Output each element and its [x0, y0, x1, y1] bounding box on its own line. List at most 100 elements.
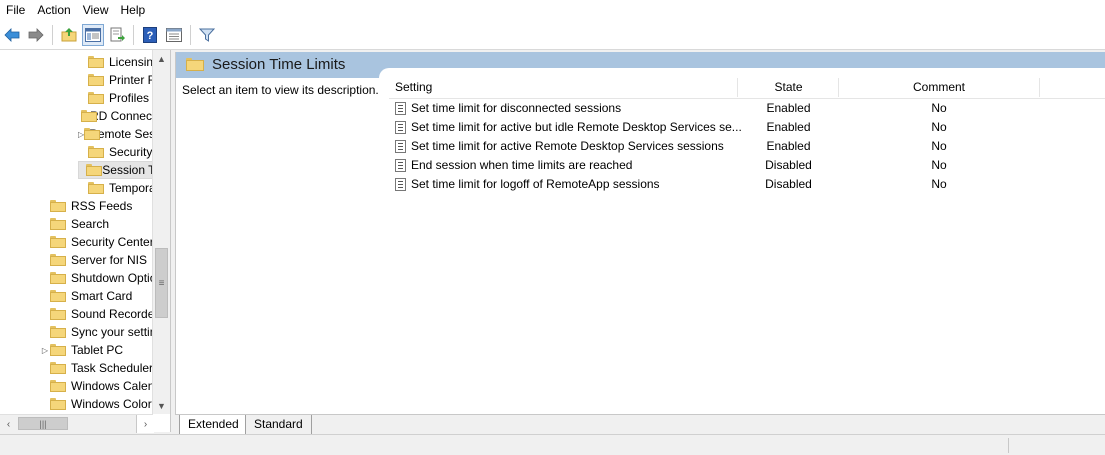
tree-item-label: Security: [109, 145, 153, 159]
folder-icon: [88, 146, 104, 158]
tree-item-label: RSS Feeds: [71, 199, 133, 213]
cell-setting: Set time limit for active Remote Desktop…: [395, 137, 724, 156]
up-folder-icon: [61, 27, 77, 41]
table-row[interactable]: End session when time limits are reached…: [389, 156, 1105, 175]
folder-icon: [50, 200, 66, 212]
table-row[interactable]: Set time limit for active but idle Remot…: [389, 118, 1105, 137]
table-header: Setting State Comment: [389, 78, 1105, 99]
tab-extended[interactable]: Extended: [179, 415, 248, 435]
table-row[interactable]: Set time limit for active Remote Desktop…: [389, 137, 1105, 156]
tree-item-label: Tablet PC: [71, 343, 124, 357]
folder-icon: [80, 110, 97, 122]
cell-comment: No: [931, 120, 947, 134]
folder-icon: [50, 236, 66, 248]
show-hide-console-tree-button[interactable]: [82, 23, 104, 46]
export-list-button[interactable]: [106, 24, 128, 46]
tree-vertical-scrollbar[interactable]: ▲ ≡ ▼: [152, 50, 170, 414]
scroll-thumb[interactable]: ≡: [155, 248, 168, 318]
console-tree: LicensingPrinter RedirectionProfilesRD C…: [0, 50, 171, 432]
help-icon: ?: [143, 26, 157, 43]
tree-item-label: Security Center: [71, 235, 154, 249]
tree-item-label: Sound Recorder: [71, 307, 159, 321]
cell-comment: No: [931, 101, 947, 115]
scroll-left-arrow-icon[interactable]: ‹: [0, 415, 17, 433]
policy-setting-icon: [395, 140, 406, 153]
description-text: Select an item to view its description.: [182, 83, 379, 97]
scroll-right-arrow-icon[interactable]: ›: [136, 415, 154, 433]
back-button[interactable]: [1, 24, 23, 46]
filter-button[interactable]: [196, 24, 218, 46]
settings-table: Setting State Comment Set time limit for…: [389, 78, 1105, 194]
svg-text:?: ?: [147, 30, 154, 42]
cell-state: Enabled: [766, 101, 811, 115]
folder-icon: [50, 380, 66, 392]
cell-setting: Set time limit for disconnected sessions: [395, 99, 621, 118]
menu-help[interactable]: Help: [115, 0, 152, 20]
scroll-down-arrow-icon[interactable]: ▼: [153, 397, 170, 414]
table-row[interactable]: Set time limit for disconnected sessions…: [389, 99, 1105, 118]
folder-icon: [50, 218, 66, 230]
expand-arrow-icon[interactable]: ▷: [40, 346, 50, 355]
toolbar-separator: [133, 24, 134, 45]
toolbar: ?: [0, 20, 1105, 50]
tab-standard[interactable]: Standard: [245, 415, 312, 435]
menu-view[interactable]: View: [77, 0, 115, 20]
table-body: Set time limit for disconnected sessions…: [389, 99, 1105, 194]
folder-icon: [50, 308, 66, 320]
policy-setting-icon: [395, 121, 406, 134]
menu-bar: File Action View Help: [0, 0, 1105, 20]
policy-setting-icon: [395, 178, 406, 191]
tree-item-label: Server for NIS: [71, 253, 148, 267]
tree-item-label: Smart Card: [71, 289, 133, 303]
policy-setting-icon: [395, 102, 406, 115]
back-arrow-icon: [4, 27, 20, 42]
toolbar-separator: [190, 24, 191, 45]
forward-button[interactable]: [25, 24, 47, 46]
tree-item-label: Profiles: [109, 91, 150, 105]
menu-action[interactable]: Action: [31, 0, 76, 20]
up-one-level-button[interactable]: [58, 24, 80, 46]
column-header-comment[interactable]: Comment: [839, 78, 1040, 97]
tree-item-label: Search: [71, 217, 110, 231]
help-button[interactable]: ?: [139, 24, 161, 46]
setting-name: End session when time limits are reached: [411, 158, 633, 172]
export-list-icon: [110, 27, 125, 41]
setting-name: Set time limit for disconnected sessions: [411, 101, 622, 115]
status-bar: [0, 434, 1105, 455]
setting-name: Set time limit for active but idle Remot…: [411, 120, 742, 134]
details-pane: Session Time Limits Select an item to vi…: [175, 52, 1105, 414]
toolbar-separator: [52, 24, 53, 45]
menu-file[interactable]: File: [0, 0, 31, 20]
tree-horizontal-scrollbar[interactable]: ‹ ||| ›: [0, 414, 154, 433]
cell-state: Disabled: [765, 158, 812, 172]
filter-icon: [199, 28, 215, 42]
setting-name: Set time limit for logoff of RemoteApp s…: [411, 177, 660, 191]
properties-button[interactable]: [163, 24, 185, 46]
forward-arrow-icon: [28, 27, 44, 42]
folder-icon: [50, 362, 66, 374]
folder-icon: [50, 254, 66, 266]
policy-setting-icon: [395, 159, 406, 172]
status-bar-separator: [1008, 438, 1009, 453]
folder-icon: [50, 290, 66, 302]
horizontal-scroll-thumb[interactable]: |||: [18, 417, 68, 430]
column-header-state[interactable]: State: [739, 78, 839, 97]
show-hide-tree-icon: [85, 27, 101, 42]
table-row[interactable]: Set time limit for logoff of RemoteApp s…: [389, 175, 1105, 194]
scroll-up-arrow-icon[interactable]: ▲: [153, 50, 170, 67]
folder-icon: [50, 272, 66, 284]
tree-item-label: Task Scheduler: [71, 361, 154, 375]
cell-comment: No: [931, 177, 947, 191]
cell-state: Enabled: [766, 120, 811, 134]
column-header-setting[interactable]: Setting: [389, 78, 738, 97]
cell-state: Disabled: [765, 177, 812, 191]
view-tabs: Extended Standard: [175, 414, 1105, 435]
setting-name: Set time limit for active Remote Desktop…: [411, 139, 724, 153]
cell-setting: End session when time limits are reached: [395, 156, 632, 175]
properties-icon: [166, 27, 182, 42]
folder-icon: [50, 398, 66, 410]
folder-icon: [50, 344, 66, 356]
folder-icon: [50, 326, 66, 338]
folder-icon: [88, 56, 104, 68]
cell-comment: No: [931, 139, 947, 153]
